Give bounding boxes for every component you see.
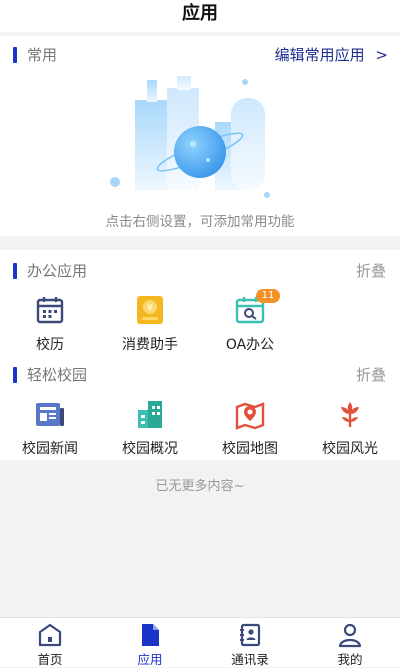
page-title: 应用 bbox=[0, 0, 400, 32]
flower-icon bbox=[334, 398, 366, 430]
app-campus-news[interactable]: 校园新闻 bbox=[0, 398, 100, 458]
calendar-icon bbox=[34, 294, 66, 326]
app-label: 校园地图 bbox=[222, 441, 278, 457]
tab-label: 通讯录 bbox=[231, 652, 269, 667]
app-label: 校园概况 bbox=[122, 441, 178, 457]
building-icon bbox=[134, 398, 166, 430]
favorites-header: 常用 编辑常用应用 > bbox=[0, 42, 400, 66]
wallet-icon: ¥ bbox=[134, 294, 166, 326]
chevron-right-icon: > bbox=[375, 46, 388, 64]
app-label: 消费助手 bbox=[122, 337, 178, 353]
section-accent-bar bbox=[13, 367, 17, 383]
favorites-title: 常用 bbox=[27, 46, 58, 64]
tab-apps[interactable]: 应用 bbox=[100, 622, 200, 668]
tab-label: 我的 bbox=[337, 652, 363, 667]
campus-header: 轻松校园 折叠 bbox=[0, 362, 400, 386]
oa-icon: 11 bbox=[234, 289, 280, 326]
app-label: 校园新闻 bbox=[22, 441, 78, 457]
section-accent-bar bbox=[13, 263, 17, 279]
tab-profile[interactable]: 我的 bbox=[300, 622, 400, 668]
campus-title: 轻松校园 bbox=[27, 366, 88, 384]
edit-favorites-link[interactable]: 编辑常用应用 > bbox=[275, 44, 388, 65]
edit-favorites-label: 编辑常用应用 bbox=[274, 46, 365, 64]
home-icon bbox=[37, 622, 63, 648]
office-header: 办公应用 折叠 bbox=[0, 258, 400, 282]
favorites-empty-hint: 点击右侧设置，可添加常用功能 bbox=[105, 214, 295, 230]
app-consumption-assistant[interactable]: ¥ 消费助手 bbox=[100, 294, 200, 354]
tab-label: 首页 bbox=[37, 652, 63, 667]
app-calendar[interactable]: 校历 bbox=[0, 294, 100, 354]
tab-home[interactable]: 首页 bbox=[0, 622, 100, 668]
office-title: 办公应用 bbox=[27, 262, 88, 280]
apps-section: 办公应用 折叠 校历 ¥ 消费助手 11 OA办公 轻松校园 折叠 校园新闻 校… bbox=[0, 250, 400, 460]
tab-label: 应用 bbox=[137, 652, 163, 667]
contacts-icon bbox=[237, 622, 263, 648]
app-label: 校园风光 bbox=[322, 441, 378, 457]
apps-doc-icon bbox=[137, 622, 163, 648]
favorites-section: 常用 编辑常用应用 > 点击右侧设置，可添加常用功能 bbox=[0, 36, 400, 236]
bottom-tab-bar: 首页 应用 通讯录 我的 bbox=[0, 617, 400, 667]
app-oa-office[interactable]: 11 OA办公 bbox=[200, 289, 300, 354]
app-campus-map[interactable]: 校园地图 bbox=[200, 398, 300, 458]
news-icon bbox=[34, 398, 66, 430]
app-label: 校历 bbox=[36, 337, 64, 353]
app-campus-overview[interactable]: 校园概况 bbox=[100, 398, 200, 458]
empty-city-illustration bbox=[110, 76, 270, 198]
profile-icon bbox=[337, 622, 363, 648]
map-icon bbox=[234, 398, 266, 430]
office-collapse-button[interactable]: 折叠 bbox=[356, 260, 386, 281]
app-campus-scenery[interactable]: 校园风光 bbox=[300, 398, 400, 458]
tab-contacts[interactable]: 通讯录 bbox=[200, 622, 300, 668]
no-more-content-hint: 已无更多内容~ bbox=[155, 479, 245, 494]
notification-badge: 11 bbox=[256, 289, 280, 303]
section-accent-bar bbox=[13, 47, 17, 63]
app-label: OA办公 bbox=[225, 337, 275, 353]
svg-text:¥: ¥ bbox=[147, 303, 153, 314]
campus-collapse-button[interactable]: 折叠 bbox=[356, 364, 386, 385]
